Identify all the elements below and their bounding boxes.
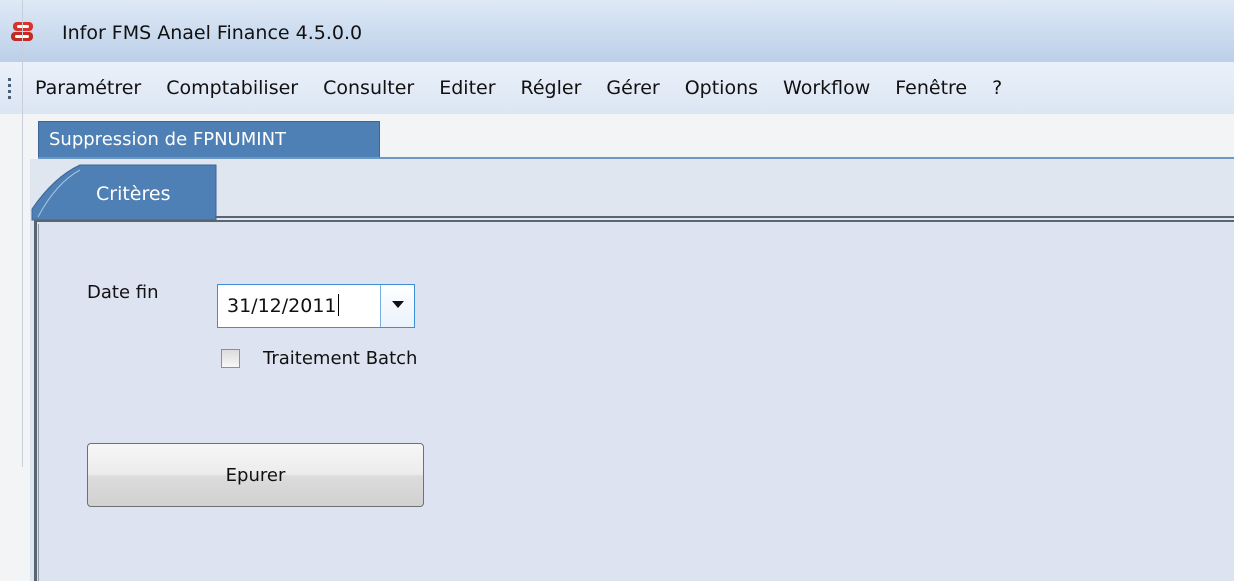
menu-workflow[interactable]: Workflow <box>770 62 882 114</box>
title-bar[interactable]: Infor FMS Anael Finance 4.5.0.0 <box>0 0 1234 62</box>
menu-regler[interactable]: Régler <box>508 62 594 114</box>
panel-inner-border <box>38 224 39 581</box>
document-tab[interactable]: Suppression de FPNUMINT <box>38 121 380 158</box>
criteria-panel <box>34 220 1234 581</box>
menu-help[interactable]: ? <box>979 62 1014 114</box>
menu-comptabiliser[interactable]: Comptabiliser <box>153 62 310 114</box>
menu-fenetre[interactable]: Fenêtre <box>882 62 979 114</box>
epurer-button[interactable]: Epurer <box>87 443 424 507</box>
menu-gerer[interactable]: Gérer <box>593 62 671 114</box>
menu-parametrer[interactable]: Paramétrer <box>22 62 153 114</box>
anael-logo-icon <box>11 22 33 41</box>
date-fin-dropdown-button[interactable] <box>380 285 414 327</box>
date-fin-value: 31/12/2011 <box>227 295 337 317</box>
date-fin-field[interactable]: 31/12/2011 <box>217 284 415 328</box>
menu-bar: Paramétrer Comptabiliser Consulter Edite… <box>0 62 1234 114</box>
menu-editer[interactable]: Editer <box>426 62 507 114</box>
menu-options[interactable]: Options <box>672 62 770 114</box>
workspace-divider <box>22 0 23 467</box>
chevron-down-icon <box>392 301 404 308</box>
traitement-batch-checkbox[interactable] <box>221 349 240 368</box>
text-caret <box>337 294 339 316</box>
traitement-batch-label[interactable]: Traitement Batch <box>263 348 417 369</box>
menu-consulter[interactable]: Consulter <box>310 62 426 114</box>
window-title: Infor FMS Anael Finance 4.5.0.0 <box>62 22 363 44</box>
panel-top-border <box>215 216 1234 218</box>
menu-grip-icon[interactable] <box>8 78 12 100</box>
tab-criteres-label: Critères <box>96 183 171 205</box>
date-fin-label: Date fin <box>87 282 159 303</box>
